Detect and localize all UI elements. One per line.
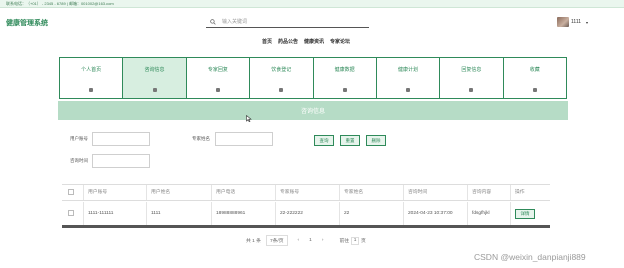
category-expert-reply[interactable]: 专家回复 bbox=[187, 58, 251, 98]
category-reply-info[interactable]: 回复信息 bbox=[440, 58, 504, 98]
nav-item-home[interactable]: 首页 bbox=[262, 38, 272, 45]
section-banner: 咨询信息 bbox=[58, 101, 568, 120]
column-header: 咨询时间 bbox=[404, 185, 468, 200]
pagination: 共 1 条 7条/页 ‹ 1 › 前往 1 页 bbox=[246, 235, 366, 246]
nav-item-expert-forum[interactable]: 专家论坛 bbox=[330, 38, 350, 45]
cell-content: fdsgfhjkl bbox=[468, 202, 511, 225]
page-number[interactable]: 1 bbox=[309, 238, 312, 243]
site-logo[interactable]: 健康管理系统 bbox=[6, 18, 48, 28]
page-title: 咨询信息 bbox=[300, 109, 325, 115]
column-header: 用户电话 bbox=[212, 185, 276, 200]
contact-bar: 联系电话：（+01） - 2345 - 6789 | 邮箱：001002@163… bbox=[0, 0, 624, 8]
category-label: 咨询信息 bbox=[144, 67, 165, 73]
column-header: 用户账号 bbox=[84, 185, 147, 200]
select-all-checkbox[interactable] bbox=[68, 189, 74, 195]
category-icon bbox=[469, 88, 474, 92]
page-unit-label: 页 bbox=[361, 239, 366, 244]
reset-button[interactable]: 重置 bbox=[340, 135, 360, 146]
category-icon bbox=[532, 88, 537, 92]
expert-name-label: 专家姓名 bbox=[192, 136, 210, 141]
category-label: 个人首页 bbox=[81, 67, 102, 73]
cell-user-phone: 18988888961 bbox=[212, 202, 276, 225]
column-header: 用户姓名 bbox=[147, 185, 212, 200]
cell-expert-account: 22-222222 bbox=[276, 202, 340, 225]
category-health-data[interactable]: 健康数据 bbox=[314, 58, 377, 98]
cell-expert-name: 22 bbox=[340, 202, 404, 225]
goto-label: 前往 bbox=[339, 239, 350, 244]
column-header: 操作 bbox=[515, 190, 525, 195]
column-header: 专家账号 bbox=[276, 185, 340, 200]
cell-user-name: 1111 bbox=[147, 202, 212, 225]
header-select bbox=[62, 185, 84, 200]
next-page-icon[interactable]: › bbox=[322, 238, 324, 243]
query-button[interactable]: 查询 bbox=[314, 135, 334, 146]
cell-action: 详情 bbox=[511, 202, 550, 225]
column-header: 咨询内容 bbox=[468, 185, 511, 200]
category-label: 健康数据 bbox=[334, 67, 355, 73]
category-consult-info[interactable]: 咨询信息 bbox=[123, 58, 187, 98]
avatar[interactable] bbox=[557, 17, 569, 27]
delete-button[interactable]: 删除 bbox=[366, 135, 386, 146]
consult-time-label: 咨询时间 bbox=[70, 158, 88, 163]
category-label: 饮食登记 bbox=[271, 67, 292, 73]
cell-user-account: 1111-111111 bbox=[84, 202, 147, 225]
user-account-label: 用户账号 bbox=[70, 136, 88, 141]
user-menu[interactable]: 1111 ▾ bbox=[557, 16, 588, 28]
expert-name-input[interactable] bbox=[215, 132, 273, 146]
contact-text: 联系电话：（+01） - 2345 - 6789 | 邮箱：001002@163… bbox=[6, 1, 114, 6]
goto-page-input[interactable]: 1 bbox=[351, 236, 360, 245]
nav-item-drug-notice[interactable]: 药品公告 bbox=[278, 38, 298, 45]
row-select bbox=[62, 202, 84, 225]
category-icon bbox=[342, 88, 347, 92]
category-icon bbox=[89, 88, 94, 92]
category-label: 健康计划 bbox=[398, 67, 419, 73]
nav-item-health-news[interactable]: 健康资讯 bbox=[304, 38, 324, 45]
category-icon bbox=[279, 88, 284, 92]
search-input[interactable]: 输入关键词 bbox=[222, 18, 247, 26]
category-icon bbox=[406, 88, 411, 92]
cell-consult-time: 2024-04-23 10:37:00 bbox=[404, 202, 468, 225]
prev-page-icon[interactable]: ‹ bbox=[298, 238, 300, 243]
category-favorites[interactable]: 收藏 bbox=[504, 58, 566, 98]
table-row[interactable]: 1111-111111 1111 18988888961 22-222222 2… bbox=[62, 202, 550, 228]
main-nav: 首页 药品公告 健康资讯 专家论坛 bbox=[262, 38, 350, 45]
consult-time-input[interactable] bbox=[92, 154, 150, 168]
category-health-plan[interactable]: 健康计划 bbox=[377, 58, 441, 98]
detail-button[interactable]: 详情 bbox=[515, 209, 535, 219]
watermark: CSDN @weixin_danpianji889 bbox=[474, 252, 586, 262]
category-icon bbox=[215, 88, 220, 92]
column-header: 专家姓名 bbox=[340, 185, 404, 200]
category-diet-log[interactable]: 饮食登记 bbox=[250, 58, 314, 98]
category-menu: 个人首页 咨询信息 专家回复 饮食登记 健康数据 健康计划 回复信息 收藏 bbox=[59, 57, 567, 99]
category-label: 专家回复 bbox=[207, 67, 228, 73]
mouse-cursor-icon bbox=[246, 115, 252, 122]
user-account-input[interactable] bbox=[92, 132, 150, 146]
search-bar[interactable]: 输入关键词 bbox=[206, 16, 369, 28]
category-label: 收藏 bbox=[529, 67, 540, 73]
total-count: 共 1 条 bbox=[246, 239, 261, 244]
chevron-down-icon[interactable]: ▾ bbox=[586, 20, 588, 25]
category-personal-home[interactable]: 个人首页 bbox=[60, 58, 124, 98]
row-checkbox[interactable] bbox=[68, 210, 74, 216]
category-label: 回复信息 bbox=[461, 67, 482, 73]
table-header-row: 用户账号 用户姓名 用户电话 专家账号 专家姓名 咨询时间 咨询内容 操作 bbox=[62, 184, 550, 201]
search-icon[interactable] bbox=[210, 19, 216, 25]
category-icon bbox=[152, 88, 157, 92]
username[interactable]: 1111 bbox=[571, 19, 581, 25]
page-size-select[interactable]: 7条/页 bbox=[265, 235, 288, 246]
